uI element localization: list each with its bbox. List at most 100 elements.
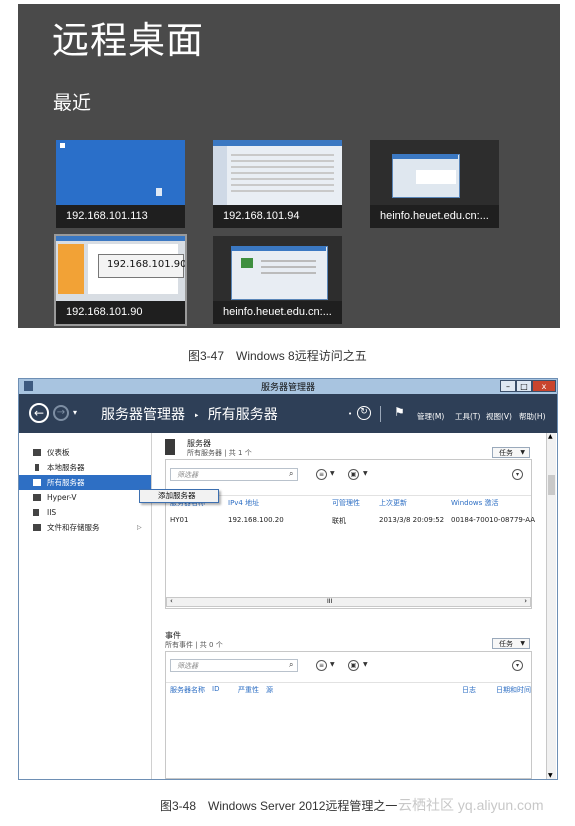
servers-panel: 筛选器 ⌕ ≡ ▼ ▣ ▼ ▾ 服务器名称 IPv4 地址 可管理性 上次更新 … xyxy=(165,459,535,609)
sidebar-item-file-storage[interactable]: 文件和存储服务 ▷ xyxy=(19,520,151,535)
scroll-thumb[interactable]: III xyxy=(327,598,332,605)
breadcrumb: 服务器管理器 ‣ 所有服务器 xyxy=(101,404,278,424)
table-row[interactable]: HY01 192.168.100.20 联机 2013/3/8 20:09:52… xyxy=(166,514,535,526)
save-query-icon[interactable]: ▣ xyxy=(348,469,359,480)
watermark: 云栖社区 yq.aliyun.com xyxy=(398,797,544,813)
sidebar-item-dashboard[interactable]: 仪表板 xyxy=(19,445,151,460)
list-options-icon[interactable]: ≡ xyxy=(316,469,327,480)
servers-section-icon xyxy=(165,439,175,455)
notification-flag-icon[interactable]: ⚑ xyxy=(394,405,405,419)
menu-help[interactable]: 帮助(H) xyxy=(519,411,546,422)
refresh-dropdown-icon[interactable]: • xyxy=(348,410,352,418)
scroll-right-icon[interactable]: › xyxy=(524,597,527,605)
column-header[interactable]: 源 xyxy=(266,685,273,695)
column-header[interactable]: 日志 xyxy=(462,685,476,695)
figure-caption: 图3-47 Windows 8远程访问之五 xyxy=(188,349,367,363)
menu-tools[interactable]: 工具(T) xyxy=(455,411,480,422)
vertical-scrollbar[interactable]: ▲ ▼ xyxy=(546,433,556,779)
column-header[interactable]: IPv4 地址 xyxy=(228,498,259,508)
sidebar-item-hyper-v[interactable]: Hyper-V xyxy=(19,490,151,505)
recent-connection-tile[interactable]: heinfo.heuet.edu.cn:... xyxy=(370,140,499,228)
chevron-down-icon[interactable]: ▼ xyxy=(330,470,335,477)
events-section-subtitle: 所有事件 | 共 0 个 xyxy=(165,641,223,649)
dashboard-icon xyxy=(33,449,41,456)
breadcrumb-root[interactable]: 服务器管理器 xyxy=(101,407,185,423)
column-header[interactable]: 日期和时间 xyxy=(496,685,531,695)
tasks-label: 任务 xyxy=(499,640,513,648)
divider xyxy=(380,406,381,422)
column-header[interactable]: Windows 激活 xyxy=(451,498,498,508)
sidebar-item-label: 仪表板 xyxy=(47,448,70,457)
recent-connection-tile[interactable]: 192.168.101.90 192.168.101.90 xyxy=(54,234,187,326)
history-dropdown-icon[interactable]: ▾ xyxy=(73,408,77,417)
chevron-down-icon: ▼ xyxy=(520,449,525,456)
server-icon xyxy=(35,464,39,471)
scroll-up-icon[interactable]: ▲ xyxy=(548,433,553,440)
horizontal-scrollbar[interactable]: ‹ III › xyxy=(166,597,531,607)
tasks-label: 任务 xyxy=(499,449,513,457)
header-bar: ← → ▾ 服务器管理器 ‣ 所有服务器 • ↻ ⚑ 管理(M) 工具(T) 视… xyxy=(19,394,557,433)
sidebar-item-iis[interactable]: IIS xyxy=(19,505,151,520)
tile-label: 192.168.101.90 xyxy=(56,301,185,324)
divider xyxy=(166,682,531,683)
search-icon[interactable]: ⌕ xyxy=(289,469,293,479)
scroll-down-icon[interactable]: ▼ xyxy=(548,772,553,779)
table-cell: 00184-70010-08779-AA xyxy=(451,516,535,524)
desktop-thumbnail xyxy=(213,140,342,205)
events-filter-input[interactable]: 筛选器 xyxy=(170,659,298,672)
tile-label: 192.168.101.113 xyxy=(56,205,185,228)
chevron-down-icon[interactable]: ▼ xyxy=(363,661,368,668)
chevron-down-icon: ▼ xyxy=(520,640,525,647)
forward-arrow-icon[interactable]: → xyxy=(53,405,69,421)
recent-connection-tile[interactable]: 192.168.101.113 xyxy=(56,140,185,228)
tasks-dropdown[interactable]: 任务 ▼ xyxy=(492,638,530,649)
window-title: 服务器管理器 xyxy=(260,383,315,393)
menu-manage[interactable]: 管理(M) xyxy=(417,411,444,422)
expand-icon[interactable]: ▾ xyxy=(512,660,523,671)
desktop-thumbnail xyxy=(56,140,185,205)
cursor-icon xyxy=(156,188,162,196)
back-arrow-icon[interactable]: ← xyxy=(29,403,49,423)
tasks-dropdown[interactable]: 任务 ▼ xyxy=(492,447,530,458)
sidebar-item-label: IIS xyxy=(47,508,57,517)
recent-connection-tile[interactable]: 192.168.101.94 xyxy=(213,140,342,228)
table-cell: 2013/3/8 20:09:52 xyxy=(379,516,445,524)
breadcrumb-separator: ‣ xyxy=(193,411,200,422)
refresh-icon[interactable]: ↻ xyxy=(357,406,371,420)
sidebar-item-label: 文件和存储服务 xyxy=(47,523,100,532)
recent-connection-tile[interactable]: heinfo.heuet.edu.cn:... xyxy=(213,236,342,324)
chevron-down-icon[interactable]: ▼ xyxy=(363,470,368,477)
sidebar-item-all-servers[interactable]: 所有服务器 xyxy=(19,475,151,490)
expand-icon[interactable]: ▾ xyxy=(512,469,523,480)
server-manager-window: 服务器管理器 – □ x ← → ▾ 服务器管理器 ‣ 所有服务器 • ↻ ⚑ … xyxy=(18,378,558,780)
desktop-thumbnail xyxy=(213,236,342,301)
menu-view[interactable]: 视图(V) xyxy=(486,411,512,422)
recycle-bin-icon xyxy=(60,143,65,148)
save-query-icon[interactable]: ▣ xyxy=(348,660,359,671)
hyperv-icon xyxy=(33,494,41,501)
maximize-button[interactable]: □ xyxy=(516,380,532,392)
expand-arrow-icon[interactable]: ▷ xyxy=(137,520,142,535)
list-options-icon[interactable]: ≡ xyxy=(316,660,327,671)
servers-filter-input[interactable]: 筛选器 xyxy=(170,468,298,481)
breadcrumb-current: 所有服务器 xyxy=(207,407,278,423)
chevron-down-icon[interactable]: ▼ xyxy=(330,661,335,668)
scroll-thumb[interactable] xyxy=(548,475,555,495)
column-header[interactable]: 服务器名称 xyxy=(170,685,205,695)
context-menu-add-server[interactable]: 添加服务器 xyxy=(139,489,219,503)
storage-icon xyxy=(33,524,41,531)
table-cell: HY01 xyxy=(170,516,189,524)
scroll-left-icon[interactable]: ‹ xyxy=(170,597,173,605)
events-panel: 筛选器 ⌕ ≡ ▼ ▣ ▼ ▾ 服务器名称 ID 严重性 源 日志 日期和时间 xyxy=(165,651,532,779)
close-button[interactable]: x xyxy=(532,380,556,392)
column-header[interactable]: 严重性 xyxy=(238,685,259,695)
sidebar-item-label: Hyper-V xyxy=(47,493,77,502)
column-header[interactable]: 可管理性 xyxy=(332,498,360,508)
search-icon[interactable]: ⌕ xyxy=(289,660,293,670)
column-header[interactable]: ID xyxy=(212,685,219,693)
table-cell: 192.168.100.20 xyxy=(228,516,284,524)
sidebar-item-label: 本地服务器 xyxy=(47,463,85,472)
sidebar-item-local-server[interactable]: 本地服务器 xyxy=(19,460,151,475)
column-header[interactable]: 上次更新 xyxy=(379,498,407,508)
minimize-button[interactable]: – xyxy=(500,380,516,392)
